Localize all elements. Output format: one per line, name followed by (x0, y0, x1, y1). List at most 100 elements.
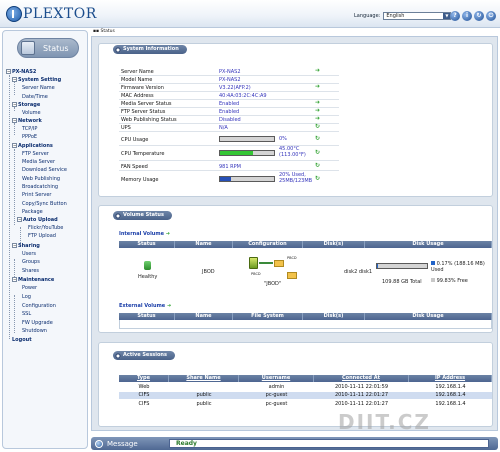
config-arrow (259, 262, 273, 264)
nav-item-storage[interactable]: − Storage (12, 102, 40, 108)
nav-item-volume[interactable]: Volume (22, 110, 41, 116)
nav-item-copy-sync-button[interactable]: Copy/Sync Button (22, 201, 67, 207)
nav-item-px-nas2[interactable]: − PX-NAS2 (6, 69, 36, 75)
session-row[interactable]: CIFS public pc-guest 2010-11-11 22:01:27… (119, 392, 492, 399)
col-share-name[interactable]: Share Name (169, 375, 239, 382)
volume-status-panel: Volume Status Internal Volume ➜ Status N… (98, 205, 493, 333)
disk-free-legend: 99.83% Free (431, 278, 468, 284)
nav-item-package[interactable]: Package (22, 209, 43, 215)
nav-item-ssl[interactable]: SSL (22, 311, 31, 317)
disk-icon (249, 257, 258, 269)
logout-icon[interactable]: ⏻ (486, 11, 496, 21)
nav-item-pppoe[interactable]: PPPoE (22, 134, 37, 140)
message-text: Ready (169, 439, 489, 448)
nav-item-configuration[interactable]: Configuration (22, 303, 56, 309)
col-disk-usage: Disk Usage (365, 241, 492, 248)
disk-used-label: Used (431, 267, 444, 273)
internal-volume-add-icon[interactable]: ➜ (166, 231, 170, 237)
status-button[interactable]: Status (17, 38, 79, 58)
session-time: 2010-11-11 22:01:27 (334, 401, 389, 407)
cpu-usage-refresh-icon[interactable]: ↻ (315, 136, 322, 142)
status-label: Status (43, 43, 69, 53)
external-volume-empty (119, 320, 492, 329)
volume-name-value: JBOD (202, 269, 215, 275)
memory-value: 20% Used, 25MB/123MB (279, 172, 313, 184)
system-info-title: System Information (113, 45, 187, 54)
col-username[interactable]: Username (239, 375, 314, 382)
nav-item-applications[interactable]: − Applications (12, 143, 53, 149)
internal-volume-label: Internal Volume ➜ (119, 231, 170, 237)
message-icon (95, 439, 103, 448)
status-icon (21, 41, 35, 55)
disk-free-percent: 99.83% Free (436, 278, 468, 284)
cpu-temp-label: CPU Temperature (121, 151, 165, 157)
ftp-server-link-icon[interactable]: ➜ (315, 108, 322, 114)
nav-item-users[interactable]: Users (22, 251, 36, 257)
nav-item-shutdown[interactable]: Shutdown (22, 328, 47, 334)
disk-label-1: PBCD (287, 256, 297, 260)
nav-item-shares[interactable]: Shares (22, 268, 39, 274)
nav-item-tcp-ip[interactable]: TCP/IP (22, 126, 37, 132)
language-selector: Language: English (354, 12, 452, 20)
cpu-temp-refresh-icon[interactable]: ↻ (315, 150, 322, 156)
info-icon[interactable]: i (462, 11, 472, 21)
cpu-temp-value: 45.00°C (113.00°F) (279, 146, 306, 158)
nav-item-auto-upload[interactable]: − Auto Upload (17, 217, 58, 223)
fan-refresh-icon[interactable]: ↻ (315, 163, 322, 169)
nav-item-maintenance[interactable]: − Maintenance (12, 277, 54, 283)
media-server-link-icon[interactable]: ➜ (315, 100, 322, 106)
ext-col-status: Status (119, 313, 175, 320)
nav-item-web-publishing[interactable]: Web Publishing (22, 176, 60, 182)
disk-used-legend: 0.17% (188.16 MB) Used (431, 261, 485, 273)
disk-total: 109.88 GB Total (382, 279, 422, 285)
healthy-icon (144, 261, 151, 270)
session-row[interactable]: CIFS public pc-guest 2010-11-11 22:01:27… (119, 401, 492, 408)
nav-item-flickr-youtube[interactable]: Flickr/YouTube (28, 225, 63, 231)
active-sessions-title: Active Sessions (113, 351, 175, 360)
free-swatch (431, 278, 435, 282)
session-type: CIFS (138, 401, 150, 407)
web-publishing-link-icon[interactable]: ➜ (315, 116, 322, 122)
firmware-link-icon[interactable]: ➜ (315, 84, 322, 90)
memory-amount: 25MB/123MB (279, 177, 313, 184)
session-share: public (196, 392, 212, 398)
disk-usage-fill (377, 264, 378, 268)
session-user: pc-guest (265, 392, 288, 398)
nav-item-system-setting[interactable]: − System Setting (12, 77, 61, 83)
nav-item-log[interactable]: Log (22, 294, 31, 300)
ups-refresh-icon[interactable]: ↻ (315, 124, 322, 130)
nav-item-broadcatching[interactable]: Broadcatching (22, 184, 58, 190)
nav-item-date-time[interactable]: Date/Time (22, 94, 48, 100)
nav-item-logout[interactable]: Logout (12, 337, 32, 343)
main-content: System Information Server Name PX-NAS2 ➜… (91, 36, 498, 431)
help-icon[interactable]: ? (450, 11, 460, 21)
server-name-edit-icon[interactable]: ➜ (315, 68, 322, 74)
nav-item-network[interactable]: − Network (12, 118, 42, 124)
nav-item-print-server[interactable]: Print Server (22, 192, 52, 198)
nav-item-download-service[interactable]: Download Service (22, 167, 67, 173)
volume-status-title: Volume Status (113, 211, 172, 220)
session-user: pc-guest (265, 401, 288, 407)
col-configuration: Configuration (233, 241, 303, 248)
nav-item-groups[interactable]: Groups (22, 259, 40, 265)
session-row[interactable]: Web admin 2010-11-11 22:01:59 192.168.1.… (119, 384, 492, 391)
logo-text: PLEXTOR (23, 6, 97, 22)
nav-item-sharing[interactable]: − Sharing (12, 243, 40, 249)
col-type[interactable]: Type (119, 375, 169, 382)
nav-item-power[interactable]: Power (22, 285, 37, 291)
refresh-icon[interactable]: ↻ (474, 11, 484, 21)
memory-refresh-icon[interactable]: ↻ (315, 176, 322, 182)
disk-used-percent: 0.17% (188.16 MB) (436, 261, 485, 267)
disk-label-2: PBCD (251, 272, 261, 276)
sessions-header: Type Share Name Username Connected At IP… (119, 375, 492, 382)
nav-item-fw-upgrade[interactable]: FW Upgrade (22, 320, 53, 326)
nav-item-ftp-server[interactable]: FTP Server (22, 151, 49, 157)
nav-item-ftp-uploadr[interactable]: FTP Upload (28, 233, 56, 239)
ext-col-name: Name (175, 313, 233, 320)
col-ip-address[interactable]: IP Address (409, 375, 492, 382)
nav-item-server-name[interactable]: Server Name (22, 85, 55, 91)
nav-item-media-server[interactable]: Media Server (22, 159, 55, 165)
external-volume-add-icon[interactable]: ➜ (167, 303, 171, 309)
col-connected-at[interactable]: Connected At (314, 375, 409, 382)
language-dropdown[interactable]: English (383, 12, 452, 20)
